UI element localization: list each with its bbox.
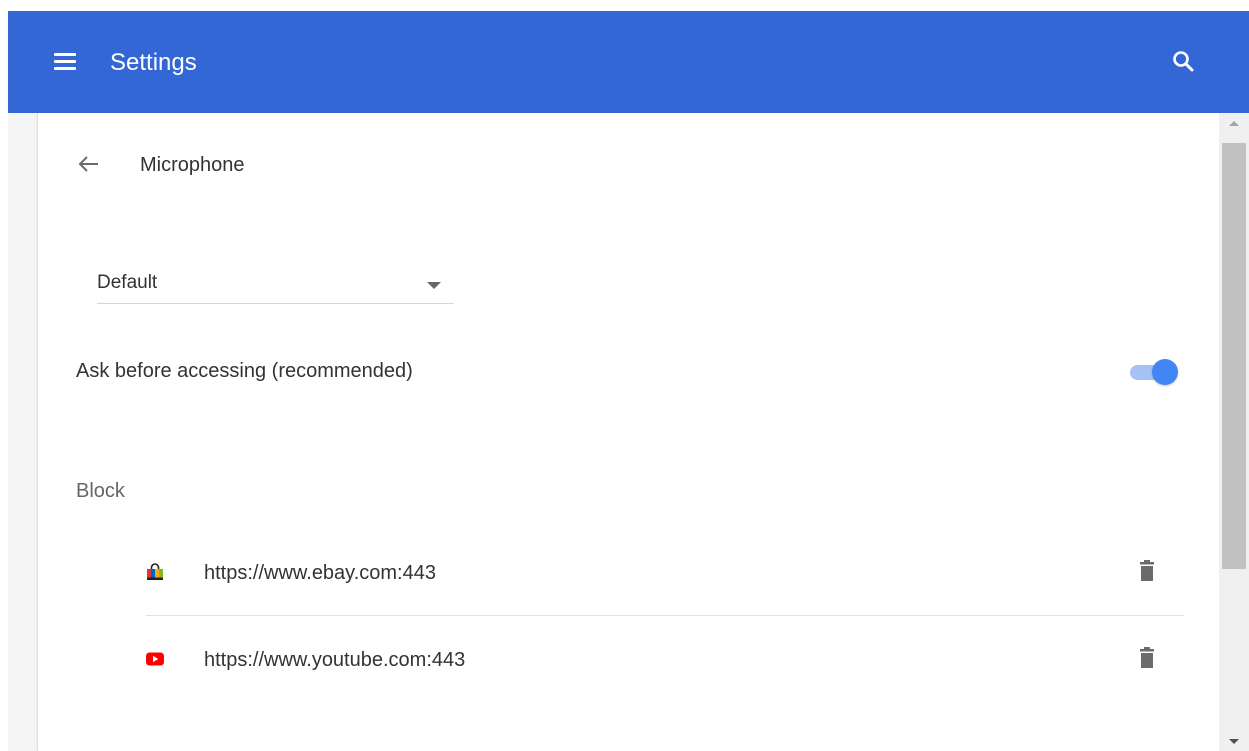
- dropdown-arrow-icon: [427, 282, 441, 289]
- search-icon[interactable]: [1171, 49, 1197, 75]
- blocked-site-row: https://www.ebay.com:443: [146, 529, 1184, 616]
- ask-before-accessing-toggle[interactable]: [1128, 358, 1182, 386]
- app-title: Settings: [110, 49, 197, 76]
- ask-before-accessing-label: Ask before accessing (recommended): [76, 360, 413, 382]
- settings-window: Settings Microphone Default Ask before a…: [8, 11, 1249, 751]
- ebay-favicon-icon: [146, 563, 164, 581]
- blocked-site-url: https://www.ebay.com:443: [204, 562, 436, 584]
- youtube-favicon-icon: [146, 650, 164, 668]
- top-bar: Settings: [8, 11, 1249, 113]
- toggle-knob: [1152, 359, 1178, 385]
- block-section-heading: Block: [76, 480, 125, 502]
- vertical-scrollbar[interactable]: [1219, 113, 1249, 751]
- trash-icon[interactable]: [1134, 558, 1160, 584]
- scroll-down-arrow-icon[interactable]: [1229, 739, 1239, 744]
- trash-icon[interactable]: [1134, 645, 1160, 671]
- hamburger-menu-icon[interactable]: [52, 49, 80, 77]
- content-viewport: Microphone Default Ask before accessing …: [8, 113, 1249, 751]
- scroll-up-arrow-icon[interactable]: [1229, 121, 1239, 126]
- page-title: Microphone: [140, 154, 245, 176]
- blocked-site-url: https://www.youtube.com:443: [204, 649, 466, 671]
- scrollbar-thumb[interactable]: [1222, 143, 1246, 569]
- microphone-device-select[interactable]: Default: [97, 269, 454, 304]
- microphone-settings-card: Microphone Default Ask before accessing …: [37, 113, 1221, 751]
- blocked-site-row: https://www.youtube.com:443: [146, 616, 1184, 702]
- back-arrow-icon[interactable]: [76, 151, 102, 177]
- device-select-value: Default: [97, 272, 158, 293]
